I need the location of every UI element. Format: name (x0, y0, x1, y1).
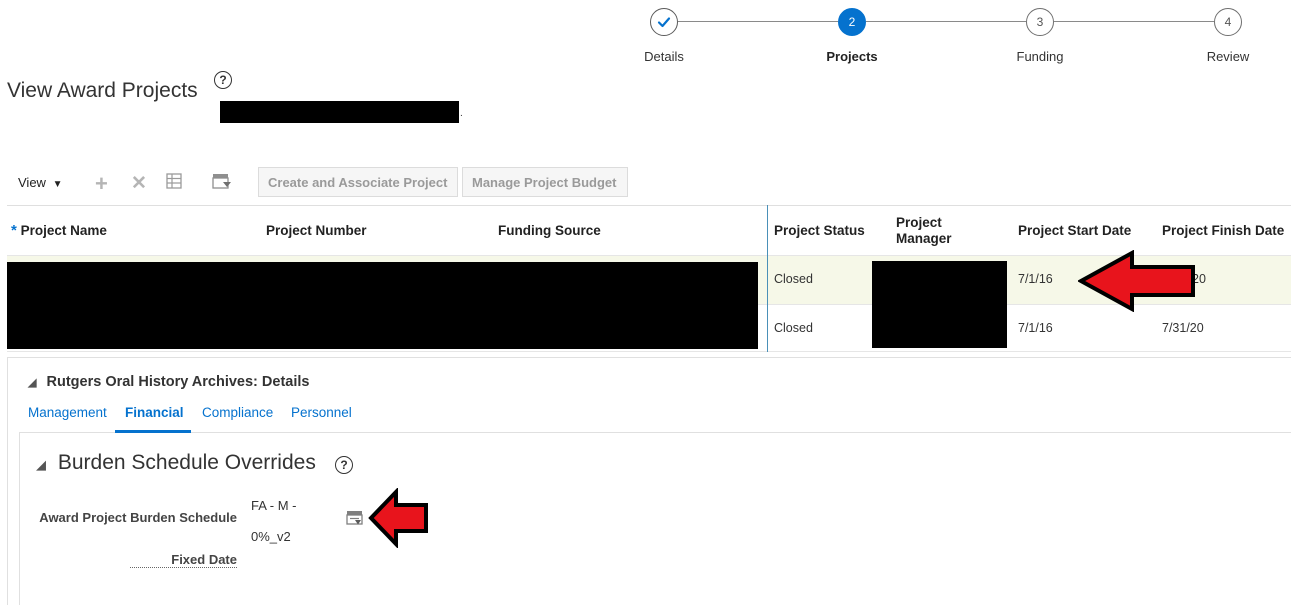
collapse-triangle-icon[interactable]: ◢ (28, 377, 36, 389)
delete-icon[interactable]: ✕ (131, 172, 147, 195)
step-details-label[interactable]: Details (614, 49, 714, 64)
tab-financial[interactable]: Financial (125, 405, 184, 420)
column-header-finish-date[interactable]: Project Finish Date (1162, 223, 1284, 238)
title-suffix: . (460, 108, 463, 119)
annotation-arrow-shape (368, 488, 428, 548)
collapse-triangle-icon[interactable]: ◢ (36, 457, 46, 472)
create-and-associate-project-button[interactable]: Create and Associate Project (258, 167, 458, 197)
burden-schedule-details-icon[interactable] (346, 510, 364, 531)
column-header-project-name[interactable]: * Project Name (11, 222, 107, 239)
start-date-cell: 7/1/16 (1018, 321, 1053, 335)
detach-table-icon[interactable] (212, 173, 232, 195)
dropdown-arrow-icon: ▼ (52, 179, 63, 190)
view-menu[interactable]: View ▼ (18, 175, 62, 190)
redacted-award-name (220, 101, 459, 123)
fixed-date-label[interactable]: Fixed Date (130, 552, 237, 568)
table-top-border (7, 205, 1291, 206)
help-icon[interactable]: ? (214, 71, 232, 89)
frozen-column-divider (767, 205, 768, 352)
help-icon[interactable]: ? (335, 456, 353, 474)
section-title: Burden Schedule Overrides (57, 451, 316, 474)
train-connector (866, 21, 1026, 22)
freeze-columns-icon[interactable] (166, 173, 184, 195)
checkmark-icon (657, 17, 671, 28)
view-menu-label: View (18, 175, 46, 190)
required-marker: * (11, 222, 17, 239)
redacted-project-manager (872, 261, 1007, 348)
burden-schedule-value-line1: FA - M - (251, 498, 297, 513)
column-header-project-number[interactable]: Project Number (266, 223, 367, 238)
column-header-project-manager[interactable]: Project Manager (896, 215, 976, 247)
step-details-circle[interactable] (650, 8, 678, 36)
row-divider (7, 351, 1291, 352)
finish-date-cell: 7/31/20 (1162, 321, 1204, 335)
step-projects-label[interactable]: Projects (802, 49, 902, 64)
add-icon[interactable]: + (95, 171, 108, 197)
burden-schedule-value-line2: 0%_v2 (251, 529, 291, 544)
project-status-cell: Closed (774, 321, 813, 335)
step-funding-label[interactable]: Funding (990, 49, 1090, 64)
details-panel-title: Rutgers Oral History Archives: Details (46, 374, 310, 390)
annotation-arrow-small (368, 488, 428, 548)
manage-project-budget-button[interactable]: Manage Project Budget (462, 167, 628, 197)
tab-personnel[interactable]: Personnel (291, 405, 352, 420)
step-projects-circle[interactable]: 2 (838, 8, 866, 36)
column-header-funding-source[interactable]: Funding Source (498, 223, 601, 238)
project-status-cell: Closed (774, 272, 813, 286)
burden-schedule-label: Award Project Burden Schedule (39, 510, 237, 525)
column-header-project-status[interactable]: Project Status (774, 223, 865, 238)
step-funding-circle[interactable]: 3 (1026, 8, 1054, 36)
annotation-arrow-large (1078, 250, 1195, 312)
page-title: View Award Projects (7, 79, 198, 102)
annotation-arrow-shape (1078, 250, 1195, 312)
redacted-project-cells (7, 262, 758, 349)
details-panel-header[interactable]: ◢ Rutgers Oral History Archives: Details (28, 374, 309, 390)
step-review-label[interactable]: Review (1178, 49, 1278, 64)
tab-compliance[interactable]: Compliance (202, 405, 273, 420)
tab-management[interactable]: Management (28, 405, 107, 420)
fixed-date-label-text: Fixed Date (171, 552, 237, 567)
column-header-start-date[interactable]: Project Start Date (1018, 223, 1131, 238)
column-header-label: Project Name (20, 223, 107, 238)
step-review-circle[interactable]: 4 (1214, 8, 1242, 36)
start-date-cell: 7/1/16 (1018, 272, 1053, 286)
train-connector (678, 21, 838, 22)
train-connector (1054, 21, 1214, 22)
burden-schedule-overrides-header[interactable]: ◢ Burden Schedule Overrides (36, 451, 316, 475)
